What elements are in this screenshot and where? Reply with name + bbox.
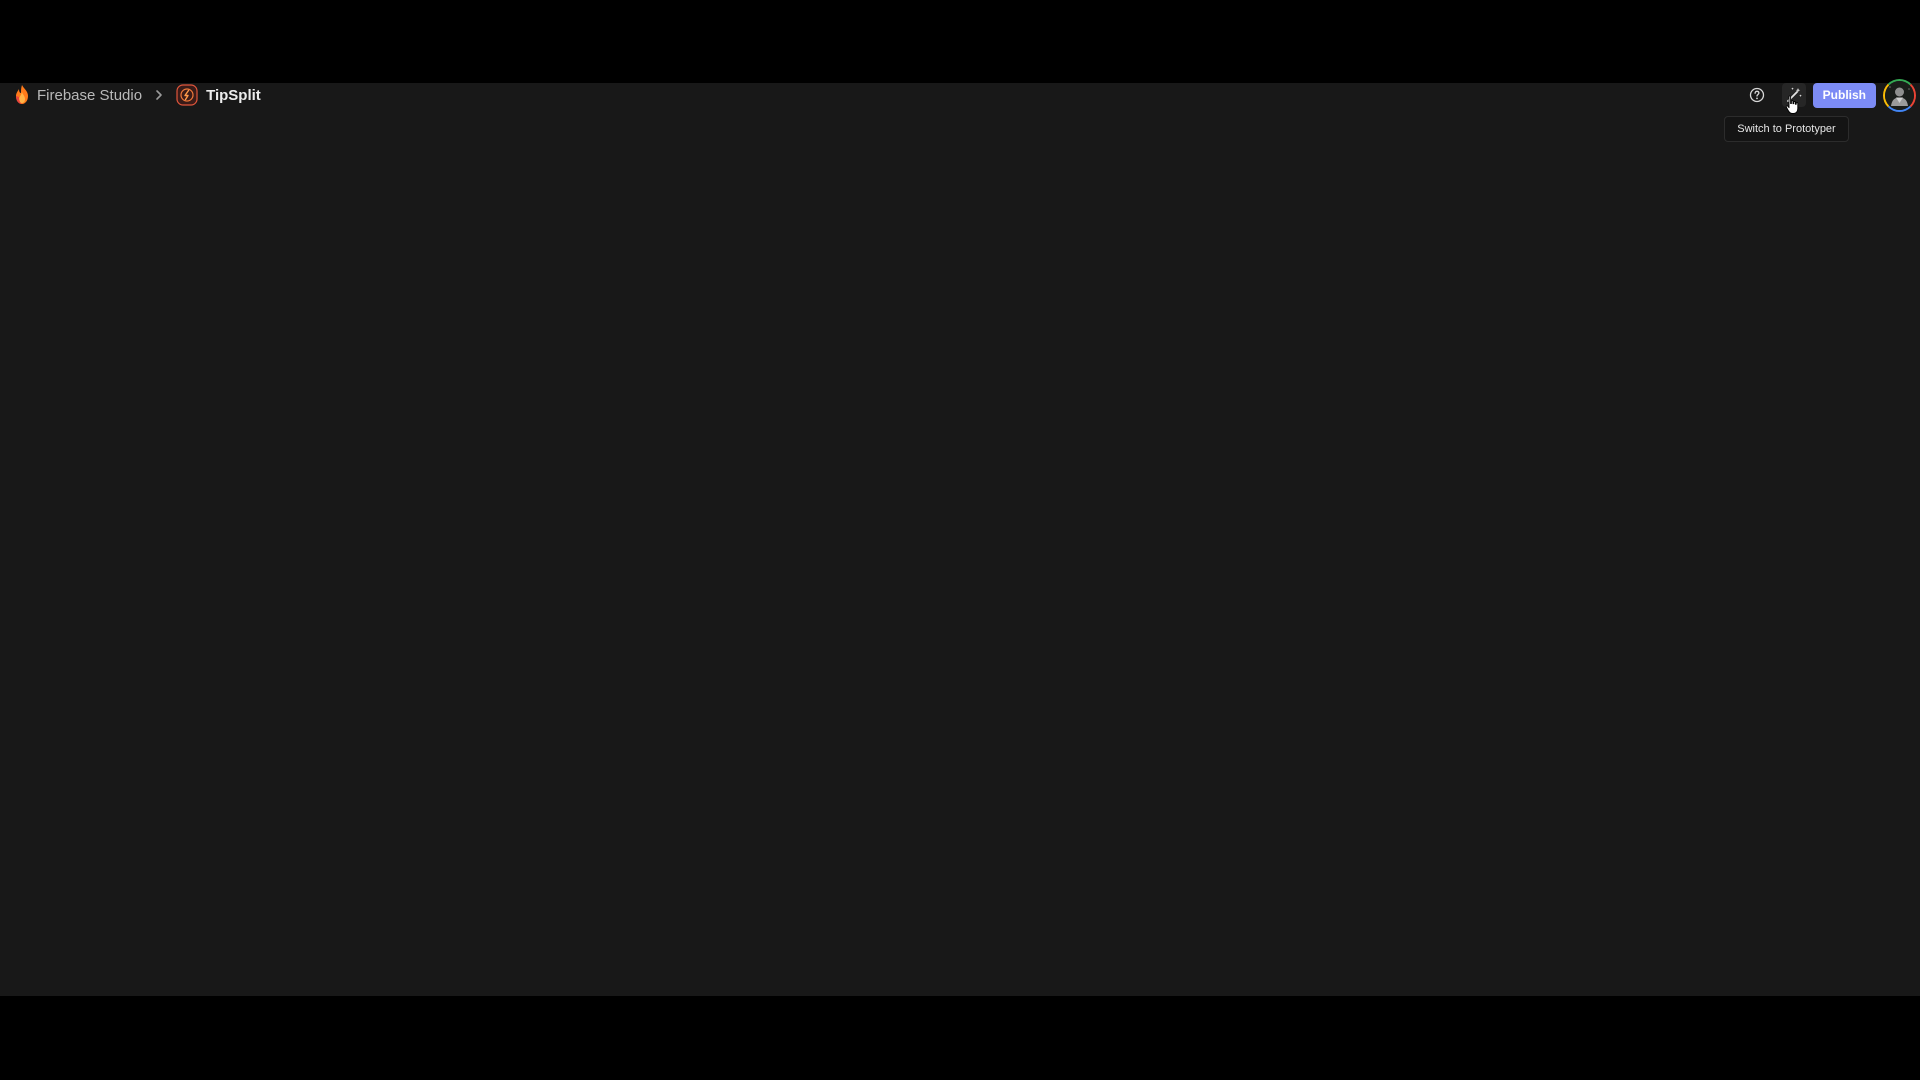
breadcrumb-product-link[interactable]: Firebase Studio xyxy=(37,87,142,104)
screen: Firebase Studio TipSplit Publish Switch … xyxy=(0,0,1920,1080)
mouse-pointer-icon xyxy=(1785,95,1799,114)
publish-button[interactable]: Publish xyxy=(1812,82,1876,108)
firebase-logo-icon[interactable] xyxy=(14,85,30,105)
breadcrumb-project-name[interactable]: TipSplit xyxy=(206,87,261,104)
help-circle-icon xyxy=(1749,87,1764,103)
top-bar: Firebase Studio TipSplit Publish Switch … xyxy=(0,78,1920,142)
firebase-studio-window: Firebase Studio TipSplit Publish Switch … xyxy=(0,78,1920,996)
chevron-right-icon xyxy=(156,90,162,100)
avatar-image-icon xyxy=(1885,80,1914,110)
tooltip-switch-to-prototyper: Switch to Prototyper xyxy=(1724,116,1849,142)
help-button[interactable] xyxy=(1745,83,1769,107)
avatar[interactable] xyxy=(1883,78,1916,112)
project-icon xyxy=(176,84,198,106)
breadcrumb: Firebase Studio TipSplit xyxy=(14,84,261,106)
toolbar-actions: Publish xyxy=(1745,78,1916,112)
